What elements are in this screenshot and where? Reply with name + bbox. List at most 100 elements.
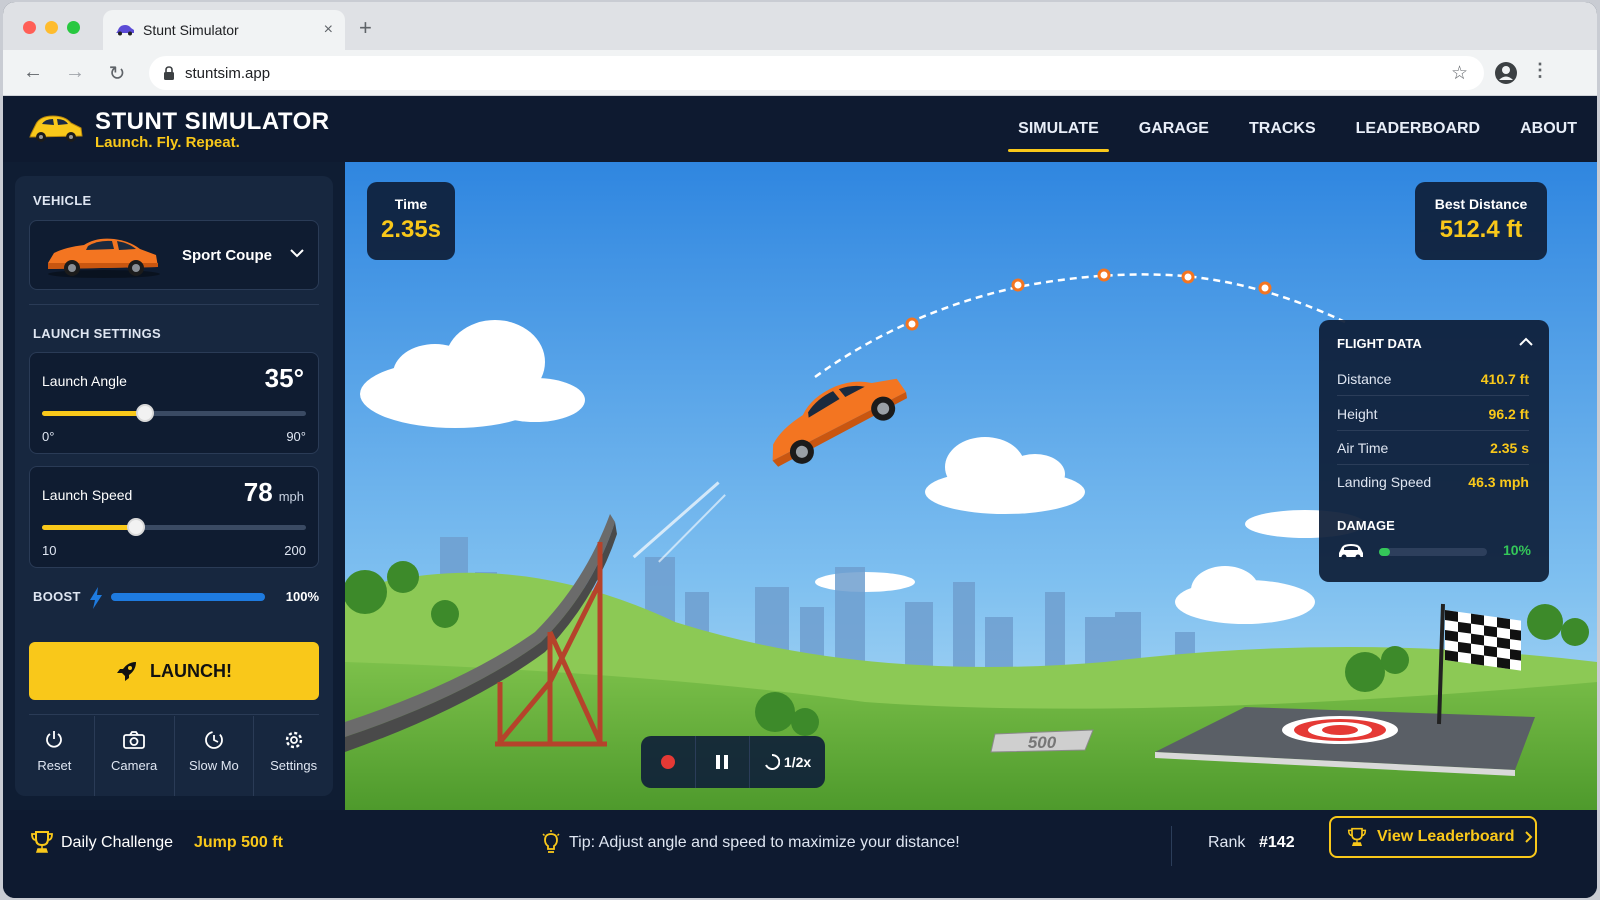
launch-speed-slider[interactable] (42, 518, 306, 536)
launch-angle-slider-fill (42, 411, 145, 416)
settings-label: Settings (270, 758, 318, 773)
launch-speed-slider-handle[interactable] (127, 518, 146, 536)
profile-avatar-icon[interactable] (1495, 62, 1517, 84)
new-tab-button[interactable]: + (359, 15, 372, 41)
minimize-window-button[interactable] (45, 21, 58, 34)
launch-angle-label: Launch Angle (42, 373, 127, 389)
tool-buttons: Reset Camera Slow Mo Settings (15, 716, 333, 796)
launch-speed-unit: mph (278, 489, 304, 504)
tab-close-icon[interactable]: × (324, 21, 333, 39)
back-arrow-icon[interactable]: ← (21, 61, 45, 84)
damage-value: 10% (1502, 542, 1531, 558)
main-nav: SIMULATE GARAGE TRACKS LEADERBOARD ABOUT (998, 96, 1597, 162)
launch-speed-value: 78 (243, 477, 273, 507)
chevron-up-icon[interactable] (1519, 334, 1533, 349)
boost-meter-fill (111, 593, 265, 601)
tip-text: Tip: Adjust angle and speed to maximize … (569, 834, 960, 851)
slow-mo-label: Slow Mo (188, 758, 239, 773)
lock-icon (164, 66, 174, 80)
time-value: 2.35s (380, 216, 442, 243)
nav-about[interactable]: ABOUT (1500, 96, 1597, 162)
flight-row-label: Air Time (1337, 439, 1389, 456)
time-label: Time (394, 196, 428, 212)
nav-tracks[interactable]: TRACKS (1229, 96, 1336, 162)
flight-data-title: FLIGHT DATA (1337, 336, 1422, 351)
flight-row-value: 46.3 mph (1468, 474, 1529, 490)
game-viewport[interactable]: 500 Time 2.35s Best Distance 512.4 ft FL… (345, 162, 1597, 810)
forward-arrow-icon[interactable]: → (63, 61, 87, 84)
launch-speed-min: 10 (42, 543, 57, 558)
view-leaderboard-button[interactable]: View Leaderboard (1329, 816, 1537, 858)
chevron-right-icon (1524, 831, 1532, 843)
window-controls (23, 21, 80, 34)
close-window-button[interactable] (23, 21, 36, 34)
nav-leaderboard[interactable]: LEADERBOARD (1336, 96, 1500, 162)
browser-menu-icon[interactable]: ⋮ (1531, 60, 1549, 81)
browser-tab-bar: Stunt Simulator × + (3, 2, 1597, 50)
address-bar[interactable]: stuntsim.app ☆ (149, 56, 1484, 90)
speed-dial-icon (765, 754, 780, 770)
playback-controls: 1/2x (641, 736, 825, 788)
launch-speed-slider-fill (42, 525, 137, 530)
time-hud: Time 2.35s (367, 182, 455, 260)
playback-speed-label: 1/2x (783, 754, 812, 770)
bookmark-star-icon[interactable]: ☆ (1451, 62, 1468, 85)
launch-angle-max: 90° (286, 429, 306, 444)
reset-button[interactable]: Reset (15, 716, 95, 796)
launch-speed-card: Launch Speed 78 mph 10 200 (29, 466, 319, 568)
tab-title: Stunt Simulator (143, 22, 239, 38)
record-icon (660, 755, 675, 769)
nav-garage[interactable]: GARAGE (1119, 96, 1229, 162)
trophy-icon (31, 831, 53, 853)
control-panel: VEHICLE Sport Coupe LAUNCH SETTINGS Laun… (15, 176, 333, 796)
flight-row: Distance 410.7 ft (1337, 362, 1529, 396)
tools-divider (29, 714, 319, 715)
flight-row: Air Time 2.35 s (1337, 431, 1529, 465)
footer-divider (1171, 826, 1172, 866)
launch-button[interactable]: LAUNCH! (29, 642, 319, 700)
gear-icon (285, 731, 302, 749)
flight-row-label: Landing Speed (1337, 474, 1432, 490)
rocket-icon (117, 662, 136, 681)
damage-label: DAMAGE (1337, 518, 1395, 533)
reload-icon[interactable]: ↻ (105, 61, 129, 86)
launch-speed-max: 200 (284, 543, 306, 558)
launch-angle-min: 0° (42, 429, 55, 444)
slow-mo-button[interactable]: Slow Mo (175, 716, 255, 796)
pause-icon (716, 755, 729, 769)
browser-window: Stunt Simulator × + ← → ↻ stuntsim.app ☆… (3, 2, 1597, 898)
boost-meter (111, 593, 265, 601)
rank-label: Rank (1208, 834, 1246, 851)
reset-label: Reset (37, 758, 72, 773)
playback-speed-button[interactable]: 1/2x (750, 736, 825, 788)
settings-button[interactable]: Settings (254, 716, 333, 796)
maximize-window-button[interactable] (67, 21, 80, 34)
launch-speed-label: Launch Speed (42, 487, 133, 503)
chevron-down-icon (290, 245, 304, 261)
daily-challenge-goal: Jump 500 ft (194, 834, 283, 851)
app-footer: Daily Challenge Jump 500 ft Tip: Adjust … (3, 810, 1597, 898)
flight-row-label: Distance (1337, 370, 1392, 387)
launch-angle-card: Launch Angle 35° 0° 90° (29, 352, 319, 454)
best-distance-label: Best Distance (1434, 196, 1528, 212)
launch-speed-value-wrap: 78 mph (244, 477, 304, 508)
camera-button[interactable]: Camera (95, 716, 175, 796)
url-text: stuntsim.app (185, 64, 271, 82)
lightning-bolt-icon (90, 587, 102, 609)
car-favicon-icon (116, 25, 134, 36)
vehicle-select[interactable]: Sport Coupe (29, 220, 319, 290)
flight-row: Height 96.2 ft (1337, 397, 1529, 431)
record-button[interactable] (641, 736, 696, 788)
pause-button[interactable] (696, 736, 751, 788)
lightbulb-icon (542, 830, 560, 853)
launch-angle-slider[interactable] (42, 404, 306, 422)
car-damage-icon (1339, 544, 1363, 560)
view-leaderboard-label: View Leaderboard (1377, 828, 1515, 845)
nav-simulate[interactable]: SIMULATE (998, 96, 1119, 162)
vehicle-section-label: VEHICLE (33, 193, 92, 208)
browser-tab[interactable]: Stunt Simulator × (103, 10, 345, 50)
launch-angle-slider-handle[interactable] (135, 404, 154, 422)
app-header: STUNT SIMULATOR Launch. Fly. Repeat. SIM… (3, 96, 1597, 162)
browser-toolbar: ← → ↻ stuntsim.app ☆ ⋮ (3, 50, 1597, 96)
flight-row-value: 410.7 ft (1480, 370, 1529, 387)
